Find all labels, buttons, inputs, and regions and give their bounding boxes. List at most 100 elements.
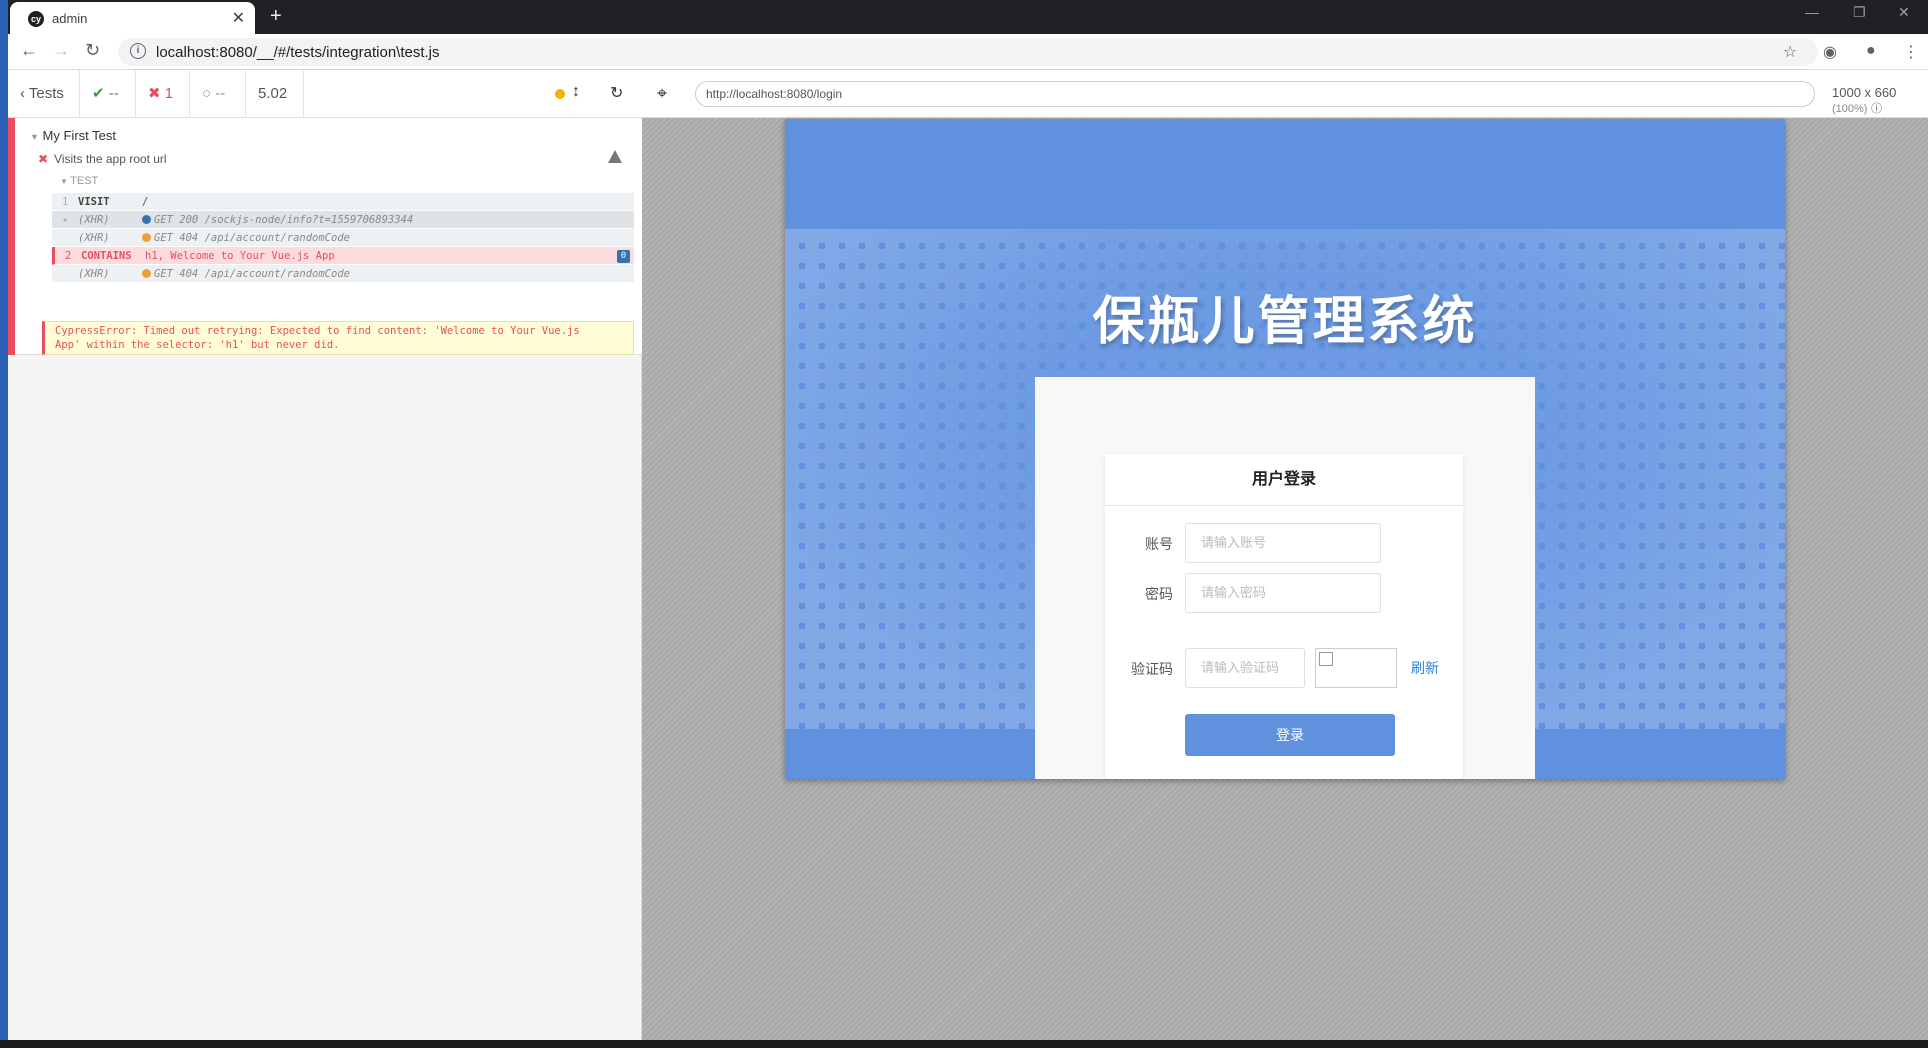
suite-row[interactable]: ▼ My First Test (30, 128, 116, 143)
error-line-2: App' within the selector: 'h1' but never… (55, 339, 340, 351)
viewport-dimensions: 1000 x 660 (1832, 85, 1897, 100)
test-row[interactable]: ✖ Visits the app root url (38, 152, 167, 166)
broken-image-icon (1319, 652, 1333, 666)
autoscroll-icon[interactable]: ↕ (572, 83, 580, 101)
taskbar (0, 1040, 1928, 1048)
captcha-label: 验证码 (1131, 661, 1173, 677)
tab-close-icon[interactable]: ✕ (232, 8, 245, 28)
password-label: 密码 (1145, 586, 1173, 602)
refresh-captcha-link[interactable]: 刷新 (1411, 658, 1439, 678)
account-input[interactable]: 请输入账号 (1185, 523, 1381, 563)
caret-down-icon: ▼ (30, 132, 39, 142)
account-label: 账号 (1145, 536, 1173, 552)
command-row[interactable]: (XHR) GET 404 /api/account/randomCode (52, 229, 634, 247)
viewport-size: 1000 x 660 (100%) ⓘ (1832, 85, 1928, 116)
xhr-status-dot-icon (142, 233, 151, 242)
captcha-input[interactable]: 请输入验证码 (1185, 648, 1305, 688)
pin-icon: ✦ (62, 214, 69, 226)
minimize-icon[interactable]: — (1805, 4, 1819, 20)
command-number: 2 (65, 250, 72, 262)
test-section-label[interactable]: ▼ TEST (60, 175, 98, 187)
duration: 5.02 (246, 70, 304, 118)
command-name: (XHR) (78, 268, 110, 280)
aut-url: http://localhost:8080/login (695, 81, 1815, 107)
restore-icon[interactable]: ❐ (1853, 4, 1866, 21)
failed-x-icon: ✖ (38, 152, 49, 166)
window-close-icon[interactable]: ✕ (1898, 4, 1910, 21)
command-row[interactable]: 2 CONTAINS h1, Welcome to Your Vue.js App 0 (52, 247, 634, 265)
element-count-badge: 0 (617, 250, 630, 263)
reload-icon[interactable]: ↻ (85, 40, 100, 61)
command-message: GET 200 /sockjs-node/info?t=155970689334… (154, 214, 414, 226)
login-card: 用户登录 账号 请输入账号 密码 请输入密码 验证码 请输入验证码 刷新 登录 (1105, 454, 1463, 779)
back-icon[interactable]: ← (20, 40, 38, 61)
command-message-wrap: GET 404 /api/account/randomCode (142, 229, 350, 247)
command-name: VISIT (78, 196, 110, 208)
command-message-wrap: h1, Welcome to Your Vue.js App (145, 247, 335, 265)
xhr-status-dot-icon (142, 269, 151, 278)
warning-icon[interactable] (608, 150, 622, 163)
x-icon: ✖ (148, 85, 161, 102)
suite-title: My First Test (42, 128, 116, 143)
aut-header: ⌖ http://localhost:8080/login 1000 x 660… (642, 70, 1928, 118)
extension-icon[interactable]: ◉ (1823, 42, 1837, 62)
runner-header: ‹ Tests ✔ -- ✖ 1 ○ -- 5.02 ↕ ↻ (8, 70, 642, 118)
command-message: h1, Welcome to Your Vue.js App (145, 250, 335, 262)
passed-value: -- (108, 85, 119, 102)
browser-tabstrip: cy admin ✕ + — ❐ ✕ (0, 0, 1928, 34)
address-url: localhost:8080/__/#/tests/integration\te… (156, 44, 440, 61)
command-row[interactable]: ✦ (XHR) GET 200 /sockjs-node/info?t=155970… (52, 211, 634, 229)
browser-tab[interactable]: cy admin ✕ (10, 2, 255, 34)
browser-toolbar: ← → ↻ i localhost:8080/__/#/tests/integr… (8, 34, 1928, 70)
test-reports: ▼ My First Test ✖ Visits the app root url… (8, 118, 642, 355)
tests-label: Tests (28, 85, 64, 102)
running-status-dot-icon (555, 89, 565, 99)
failed-count[interactable]: ✖ 1 (136, 70, 190, 118)
profile-icon[interactable]: ● (1866, 42, 1876, 60)
menu-kebab-icon[interactable]: ⋮ (1903, 42, 1919, 62)
command-name: (XHR) (78, 232, 110, 244)
command-log: 1 VISIT / ✦ (XHR) GET 200 /sockjs-node/info?t… (52, 193, 634, 283)
command-message-wrap: GET 200 /sockjs-node/info?t=155970689334… (142, 211, 413, 229)
left-edge-strip (0, 0, 8, 1048)
selector-playground-crosshair-icon[interactable]: ⌖ (657, 83, 667, 104)
command-message-wrap: GET 404 /api/account/randomCode (142, 265, 350, 283)
cypress-favicon-icon: cy (28, 11, 44, 27)
bookmark-star-icon[interactable]: ☆ (1783, 42, 1797, 62)
command-row[interactable]: 1 VISIT / (52, 193, 634, 211)
site-info-icon[interactable]: i (130, 43, 146, 59)
command-name: (XHR) (78, 214, 110, 226)
pending-circle-icon: ○ (202, 85, 212, 102)
login-button[interactable]: 登录 (1185, 714, 1395, 756)
pending-count[interactable]: ○ -- (190, 70, 246, 118)
tests-back-button[interactable]: ‹ Tests (8, 70, 80, 118)
xhr-status-dot-icon (142, 215, 151, 224)
passed-count[interactable]: ✔ -- (80, 70, 136, 118)
error-message[interactable]: CypressError: Timed out retrying: Expect… (42, 321, 634, 355)
error-line-1: CypressError: Timed out retrying: Expect… (55, 325, 580, 337)
command-number: 1 (62, 196, 69, 208)
command-name: CONTAINS (81, 250, 132, 262)
password-input[interactable]: 请输入密码 (1185, 573, 1381, 613)
command-message: GET 404 /api/account/randomCode (154, 268, 350, 280)
info-icon[interactable]: ⓘ (1871, 103, 1882, 115)
command-row[interactable]: (XHR) GET 404 /api/account/randomCode (52, 265, 634, 283)
failed-value: 1 (164, 85, 174, 102)
caret-down-icon: ▼ (60, 177, 71, 186)
command-message: / (142, 196, 149, 208)
check-icon: ✔ (92, 85, 105, 102)
new-tab-icon[interactable]: + (270, 5, 282, 28)
forward-icon[interactable]: → (52, 40, 70, 61)
command-message: GET 404 /api/account/randomCode (154, 232, 350, 244)
rerun-icon[interactable]: ↻ (610, 83, 623, 103)
cypress-runner-panel: ‹ Tests ✔ -- ✖ 1 ○ -- 5.02 ↕ ↻ ▼ My Firs… (8, 70, 642, 1040)
address-bar[interactable]: i localhost:8080/__/#/tests/integration\… (118, 38, 1818, 66)
aut-container: ⌖ http://localhost:8080/login 1000 x 660… (642, 70, 1928, 1040)
viewport-zoom: (100%) (1832, 103, 1868, 115)
app-frame: 保瓶儿管理系统 用户登录 账号 请输入账号 密码 请输入密码 验证码 请输入验证… (785, 119, 1785, 779)
test-title: Visits the app root url (54, 152, 167, 166)
tab-title: admin (52, 11, 88, 26)
captcha-image[interactable] (1315, 648, 1397, 688)
command-message-wrap: / (142, 193, 148, 211)
test-section-text: TEST (70, 175, 99, 187)
